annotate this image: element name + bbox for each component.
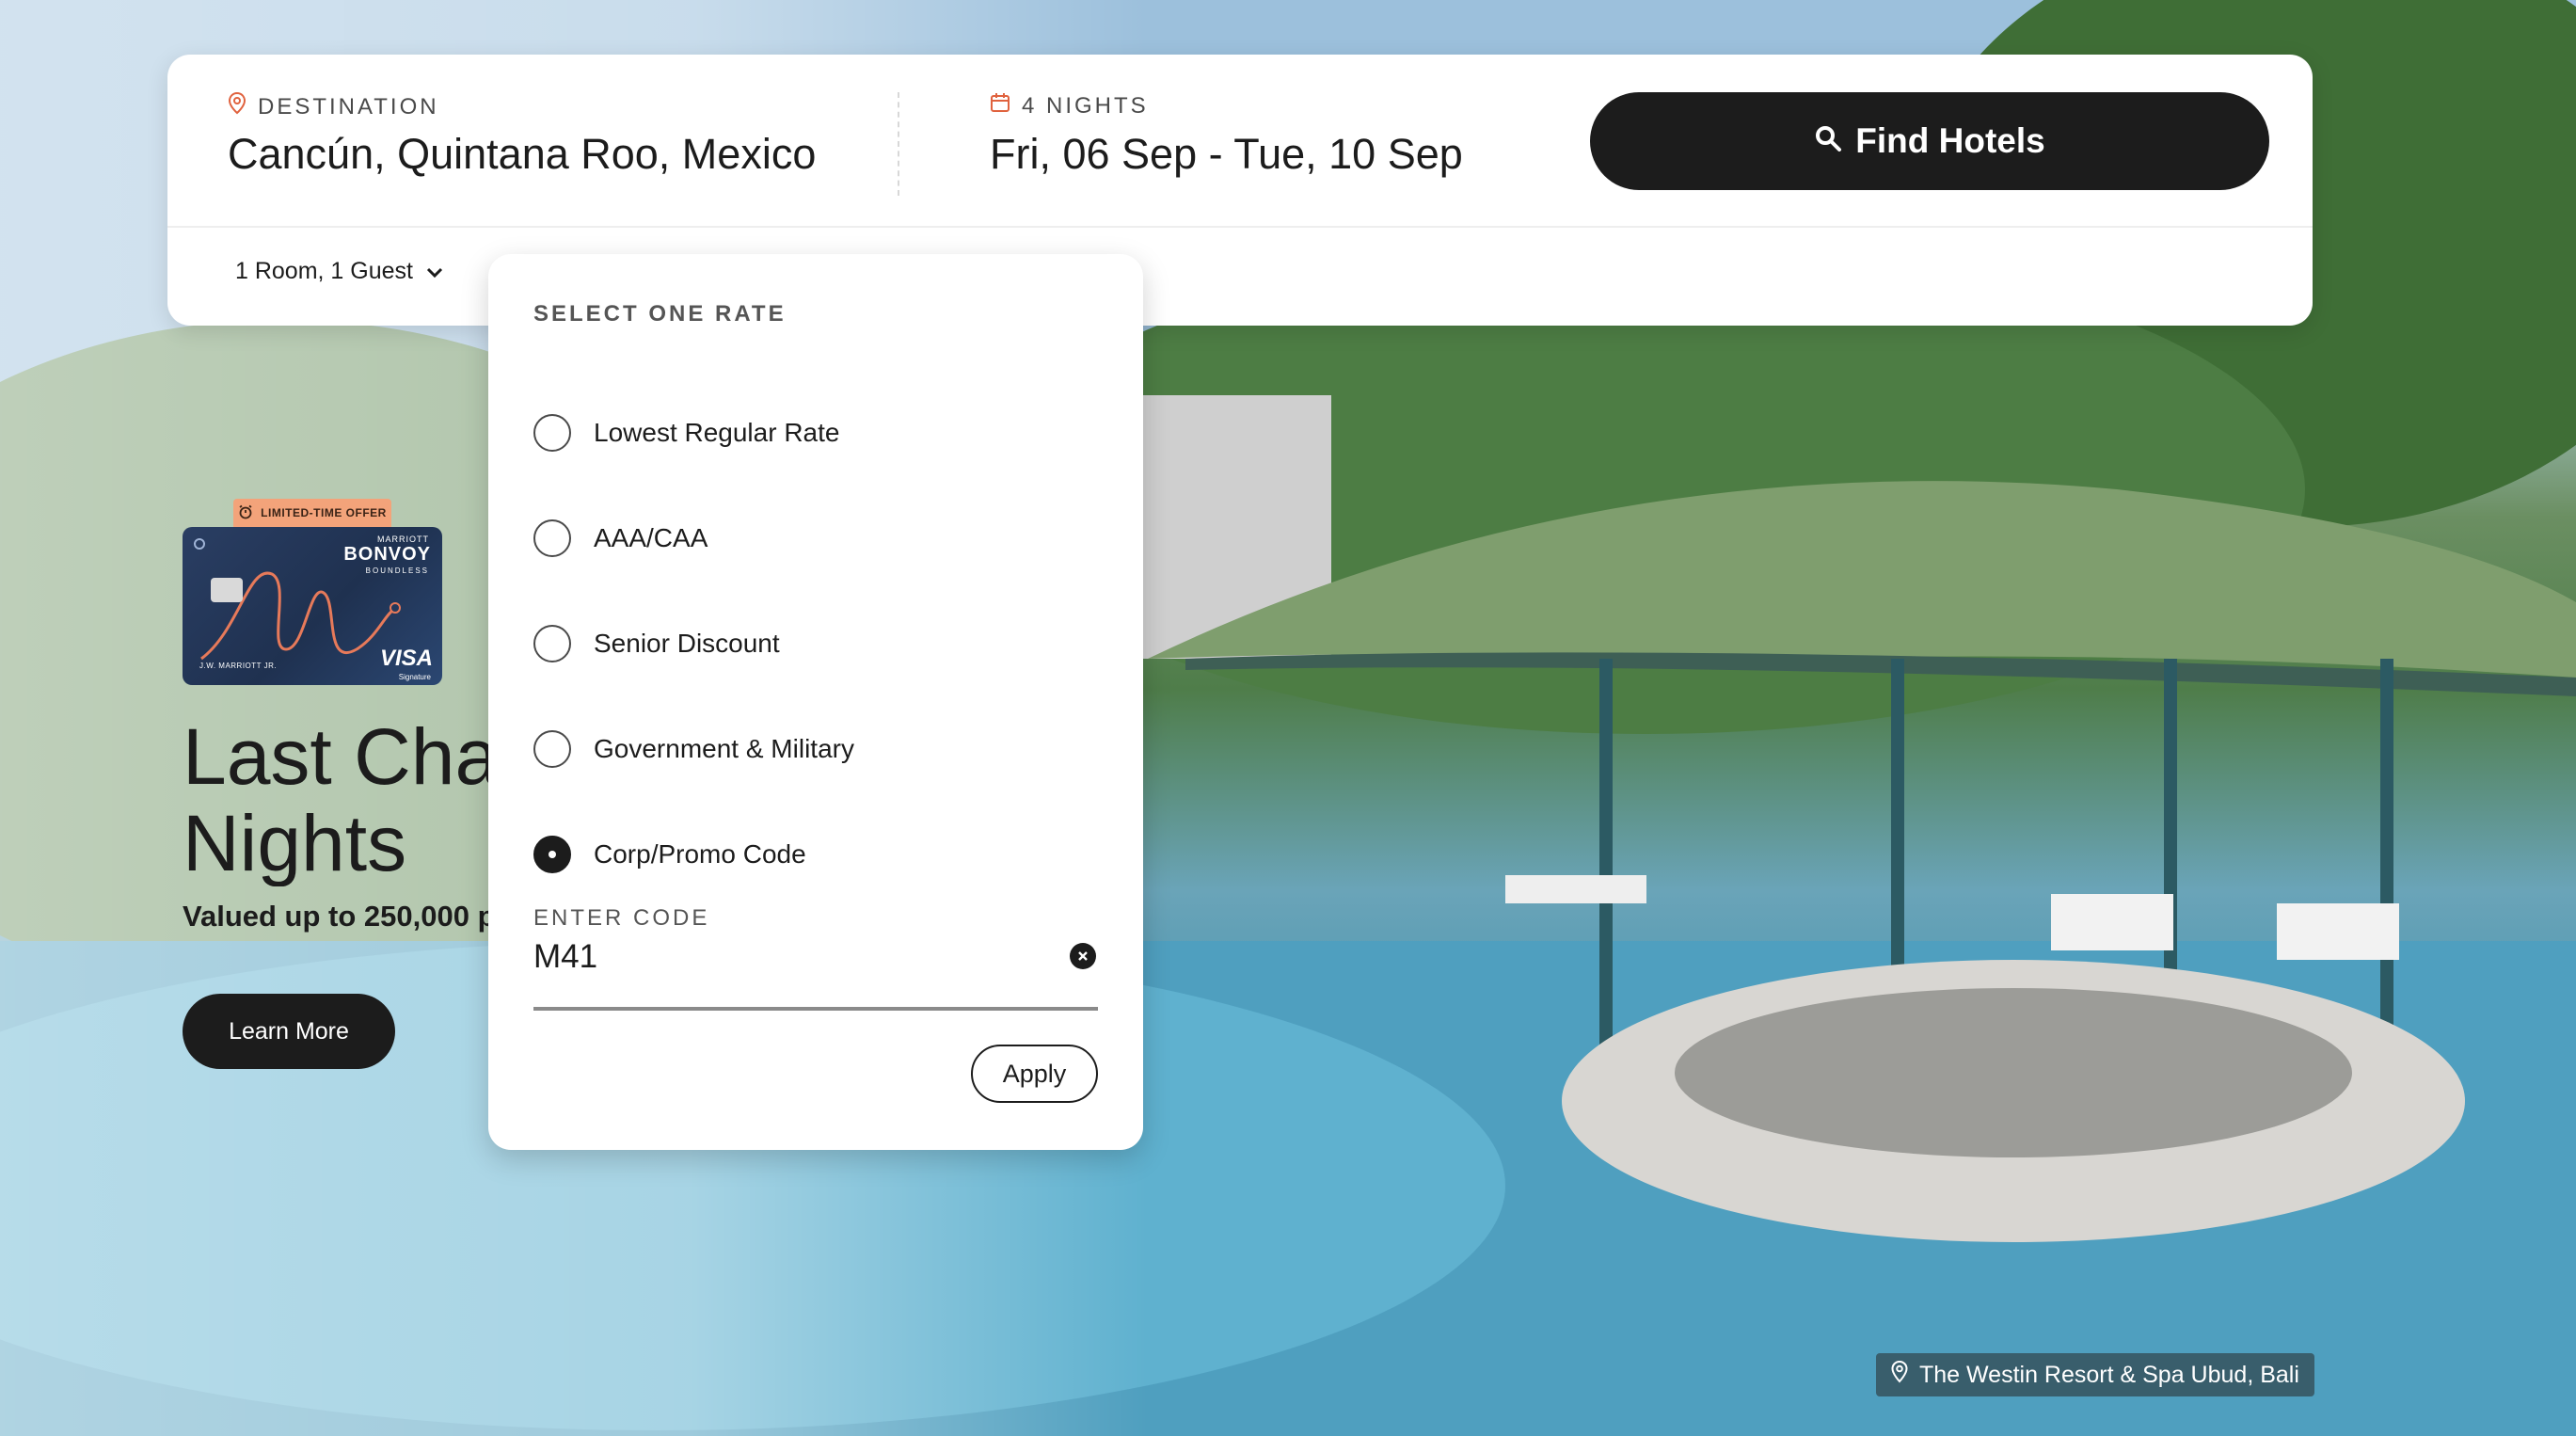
promo-subtitle: Valued up to 250,000 p — [183, 900, 493, 933]
promo-code-input[interactable] — [533, 933, 1098, 981]
dates-field[interactable]: Fri, 06 Sep - Tue, 10 Sep — [990, 130, 1463, 179]
rate-option-government-military[interactable]: Government & Military — [533, 728, 854, 770]
rooms-guests-label: 1 Room, 1 Guest — [235, 258, 413, 284]
rate-option-label: AAA/CAA — [594, 523, 708, 552]
rate-option-label: Government & Military — [594, 734, 854, 763]
search-icon — [1814, 121, 1842, 161]
field-divider — [898, 92, 899, 196]
card-chip-icon — [211, 578, 243, 602]
search-top-row: DESTINATION Cancún, Quintana Roo, Mexico… — [167, 55, 2313, 228]
alarm-clock-icon — [238, 504, 253, 522]
destination-label: DESTINATION — [228, 91, 439, 121]
clear-icon[interactable] — [1070, 943, 1096, 969]
radio-button[interactable] — [533, 625, 571, 662]
rate-option-label: Senior Discount — [594, 629, 780, 658]
radio-button-selected[interactable] — [533, 836, 571, 873]
card-brand: BONVOY — [343, 544, 431, 565]
rate-option-label: Lowest Regular Rate — [594, 418, 840, 447]
radio-button[interactable] — [533, 730, 571, 768]
rate-option-label: Corp/Promo Code — [594, 839, 806, 869]
chevron-down-icon — [426, 258, 443, 285]
card-network: VISA — [379, 646, 433, 671]
code-input-underline — [533, 1007, 1098, 1011]
learn-more-button[interactable]: Learn More — [183, 994, 395, 1069]
card-network-sub: Signature — [398, 673, 431, 681]
location-caption: The Westin Resort & Spa Ubud, Bali — [1876, 1353, 2314, 1396]
apply-button[interactable]: Apply — [971, 1045, 1098, 1103]
rate-option-lowest-regular[interactable]: Lowest Regular Rate — [533, 412, 839, 454]
location-caption-text: The Westin Resort & Spa Ubud, Bali — [1919, 1361, 2299, 1388]
rate-option-senior[interactable]: Senior Discount — [533, 623, 780, 664]
limited-offer-text: LIMITED-TIME OFFER — [261, 506, 387, 519]
rate-dropdown-title: SELECT ONE RATE — [533, 301, 787, 327]
card-holder: J.W. MARRIOTT JR. — [199, 662, 278, 670]
promo-title: Last Chance Nights — [183, 713, 493, 886]
find-hotels-button[interactable]: Find Hotels — [1590, 92, 2269, 190]
rate-option-aaa-caa[interactable]: AAA/CAA — [533, 518, 708, 559]
rooms-guests-select[interactable]: 1 Room, 1 Guest — [235, 258, 443, 285]
location-pin-icon — [1891, 1360, 1908, 1390]
limited-offer-badge: LIMITED-TIME OFFER — [233, 499, 391, 527]
find-hotels-label: Find Hotels — [1855, 121, 2045, 160]
location-pin-icon — [228, 91, 246, 121]
card-brand-top: MARRIOTT — [377, 535, 429, 544]
radio-button[interactable] — [533, 519, 571, 557]
rate-dropdown: SELECT ONE RATE Lowest Regular Rate AAA/… — [488, 254, 1143, 1150]
radio-button[interactable] — [533, 414, 571, 452]
credit-card-image: MARRIOTT BONVOY BOUNDLESS J.W. MARRIOTT … — [183, 527, 442, 685]
calendar-icon — [990, 92, 1010, 120]
destination-label-text: DESTINATION — [258, 93, 439, 120]
rate-option-corp-promo[interactable]: Corp/Promo Code — [533, 834, 806, 875]
destination-field[interactable]: Cancún, Quintana Roo, Mexico — [228, 130, 816, 179]
nights-label: 4 NIGHTS — [990, 92, 1149, 120]
card-brand-sub: BOUNDLESS — [365, 566, 429, 575]
promo-title-text: Last Chance Nights — [183, 713, 493, 886]
enter-code-label: ENTER CODE — [533, 905, 710, 931]
nights-label-text: 4 NIGHTS — [1022, 92, 1149, 119]
